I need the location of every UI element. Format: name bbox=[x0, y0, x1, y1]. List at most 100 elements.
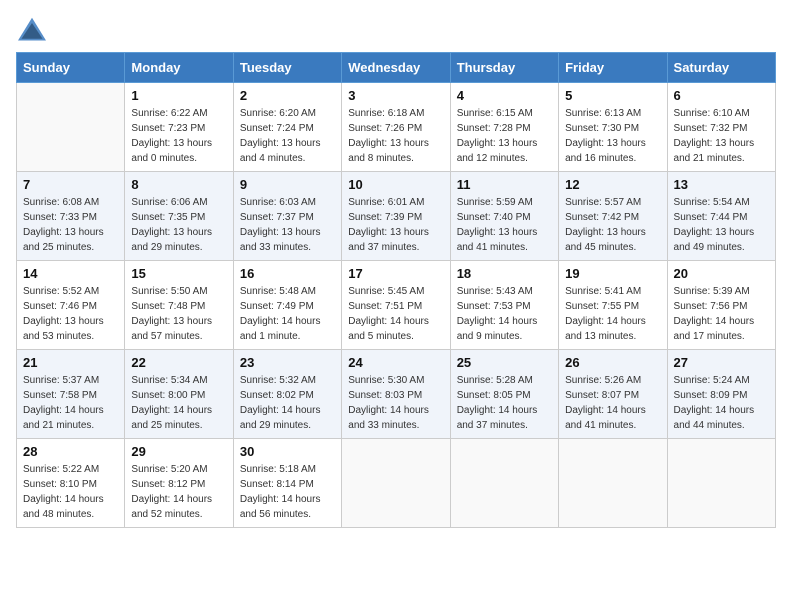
calendar-cell: 23Sunrise: 5:32 AMSunset: 8:02 PMDayligh… bbox=[233, 350, 341, 439]
day-number: 20 bbox=[674, 266, 769, 281]
calendar-cell: 18 Sunrise: 5:43 AMSunset: 7:53 PMDayligh… bbox=[450, 261, 558, 350]
calendar-cell: 17 Sunrise: 5:45 AMSunset: 7:51 PMDayligh… bbox=[342, 261, 450, 350]
calendar-week-row: 21 Sunrise: 5:37 AMSunset: 7:58 PMDayligh… bbox=[17, 350, 776, 439]
day-number: 19 bbox=[565, 266, 660, 281]
day-info: Sunrise: 6:18 AMSunset: 7:26 PMDaylight:… bbox=[348, 106, 443, 166]
day-number: 4 bbox=[457, 88, 552, 103]
calendar-cell: 28 Sunrise: 5:22 AMSunset: 8:10 PMDayligh… bbox=[17, 439, 125, 528]
calendar-cell bbox=[667, 439, 775, 528]
day-number: 24 bbox=[348, 355, 443, 370]
day-info: Sunrise: 5:39 AMSunset: 7:56 PMDaylight:… bbox=[674, 284, 769, 344]
day-number: 1 bbox=[131, 88, 226, 103]
calendar-week-row: 7 Sunrise: 6:08 AMSunset: 7:33 PMDaylight… bbox=[17, 172, 776, 261]
day-info: Sunrise: 5:37 AMSunset: 7:58 PMDaylight:… bbox=[23, 373, 118, 433]
day-number: 14 bbox=[23, 266, 118, 281]
day-info: Sunrise: 6:03 AMSunset: 7:37 PMDaylight:… bbox=[240, 195, 335, 255]
calendar-cell: 7 Sunrise: 6:08 AMSunset: 7:33 PMDaylight… bbox=[17, 172, 125, 261]
day-info: Sunrise: 5:52 AMSunset: 7:46 PMDaylight:… bbox=[23, 284, 118, 344]
day-number: 18 bbox=[457, 266, 552, 281]
day-number: 6 bbox=[674, 88, 769, 103]
day-info: Sunrise: 6:10 AMSunset: 7:32 PMDaylight:… bbox=[674, 106, 769, 166]
calendar-cell: 5 Sunrise: 6:13 AMSunset: 7:30 PMDaylight… bbox=[559, 83, 667, 172]
calendar-cell bbox=[17, 83, 125, 172]
day-number: 29 bbox=[131, 444, 226, 459]
day-number: 26 bbox=[565, 355, 660, 370]
day-number: 28 bbox=[23, 444, 118, 459]
day-number: 8 bbox=[131, 177, 226, 192]
day-number: 23 bbox=[240, 355, 335, 370]
page-header bbox=[16, 16, 776, 44]
header-wednesday: Wednesday bbox=[342, 53, 450, 83]
day-number: 2 bbox=[240, 88, 335, 103]
day-info: Sunrise: 5:30 AMSunset: 8:03 PMDaylight:… bbox=[348, 373, 443, 433]
logo-icon bbox=[16, 16, 48, 44]
calendar-cell: 19 Sunrise: 5:41 AMSunset: 7:55 PMDayligh… bbox=[559, 261, 667, 350]
calendar-week-row: 1 Sunrise: 6:22 AMSunset: 7:23 PMDaylight… bbox=[17, 83, 776, 172]
calendar-cell: 27 Sunrise: 5:24 AMSunset: 8:09 PMDayligh… bbox=[667, 350, 775, 439]
day-info: Sunrise: 5:41 AMSunset: 7:55 PMDaylight:… bbox=[565, 284, 660, 344]
day-info: Sunrise: 5:57 AMSunset: 7:42 PMDaylight:… bbox=[565, 195, 660, 255]
calendar-cell: 11 Sunrise: 5:59 AMSunset: 7:40 PMDayligh… bbox=[450, 172, 558, 261]
day-number: 13 bbox=[674, 177, 769, 192]
day-info: Sunrise: 6:08 AMSunset: 7:33 PMDaylight:… bbox=[23, 195, 118, 255]
day-number: 10 bbox=[348, 177, 443, 192]
header-sunday: Sunday bbox=[17, 53, 125, 83]
calendar-cell: 26 Sunrise: 5:26 AMSunset: 8:07 PMDayligh… bbox=[559, 350, 667, 439]
calendar-cell bbox=[342, 439, 450, 528]
calendar-cell: 21 Sunrise: 5:37 AMSunset: 7:58 PMDayligh… bbox=[17, 350, 125, 439]
calendar-cell bbox=[450, 439, 558, 528]
calendar-cell: 25 Sunrise: 5:28 AMSunset: 8:05 PMDayligh… bbox=[450, 350, 558, 439]
calendar-cell: 20 Sunrise: 5:39 AMSunset: 7:56 PMDayligh… bbox=[667, 261, 775, 350]
day-info: Sunrise: 5:59 AMSunset: 7:40 PMDaylight:… bbox=[457, 195, 552, 255]
day-info: Sunrise: 6:22 AMSunset: 7:23 PMDaylight:… bbox=[131, 106, 226, 166]
day-number: 16 bbox=[240, 266, 335, 281]
calendar-cell: 15 Sunrise: 5:50 AMSunset: 7:48 PMDayligh… bbox=[125, 261, 233, 350]
calendar-cell: 16 Sunrise: 5:48 AMSunset: 7:49 PMDayligh… bbox=[233, 261, 341, 350]
day-info: Sunrise: 5:20 AMSunset: 8:12 PMDaylight:… bbox=[131, 462, 226, 522]
calendar-cell: 30 Sunrise: 5:18 AMSunset: 8:14 PMDayligh… bbox=[233, 439, 341, 528]
day-info: Sunrise: 6:15 AMSunset: 7:28 PMDaylight:… bbox=[457, 106, 552, 166]
calendar-cell: 10Sunrise: 6:01 AMSunset: 7:39 PMDayligh… bbox=[342, 172, 450, 261]
day-info: Sunrise: 5:24 AMSunset: 8:09 PMDaylight:… bbox=[674, 373, 769, 433]
calendar-cell: 3 Sunrise: 6:18 AMSunset: 7:26 PMDaylight… bbox=[342, 83, 450, 172]
day-info: Sunrise: 5:54 AMSunset: 7:44 PMDaylight:… bbox=[674, 195, 769, 255]
day-number: 3 bbox=[348, 88, 443, 103]
day-info: Sunrise: 5:34 AMSunset: 8:00 PMDaylight:… bbox=[131, 373, 226, 433]
header-saturday: Saturday bbox=[667, 53, 775, 83]
day-number: 21 bbox=[23, 355, 118, 370]
day-number: 27 bbox=[674, 355, 769, 370]
day-info: Sunrise: 5:28 AMSunset: 8:05 PMDaylight:… bbox=[457, 373, 552, 433]
day-info: Sunrise: 6:13 AMSunset: 7:30 PMDaylight:… bbox=[565, 106, 660, 166]
calendar-table: SundayMondayTuesdayWednesdayThursdayFrid… bbox=[16, 52, 776, 528]
day-number: 11 bbox=[457, 177, 552, 192]
calendar-cell: 22 Sunrise: 5:34 AMSunset: 8:00 PMDayligh… bbox=[125, 350, 233, 439]
calendar-cell: 2Sunrise: 6:20 AMSunset: 7:24 PMDaylight… bbox=[233, 83, 341, 172]
day-info: Sunrise: 6:06 AMSunset: 7:35 PMDaylight:… bbox=[131, 195, 226, 255]
day-number: 25 bbox=[457, 355, 552, 370]
day-number: 30 bbox=[240, 444, 335, 459]
header-thursday: Thursday bbox=[450, 53, 558, 83]
calendar-cell bbox=[559, 439, 667, 528]
calendar-week-row: 14 Sunrise: 5:52 AMSunset: 7:46 PMDayligh… bbox=[17, 261, 776, 350]
logo bbox=[16, 16, 52, 44]
day-info: Sunrise: 5:22 AMSunset: 8:10 PMDaylight:… bbox=[23, 462, 118, 522]
calendar-cell: 8 Sunrise: 6:06 AMSunset: 7:35 PMDaylight… bbox=[125, 172, 233, 261]
day-info: Sunrise: 5:43 AMSunset: 7:53 PMDaylight:… bbox=[457, 284, 552, 344]
day-number: 12 bbox=[565, 177, 660, 192]
day-info: Sunrise: 5:45 AMSunset: 7:51 PMDaylight:… bbox=[348, 284, 443, 344]
day-number: 15 bbox=[131, 266, 226, 281]
day-info: Sunrise: 5:48 AMSunset: 7:49 PMDaylight:… bbox=[240, 284, 335, 344]
day-number: 7 bbox=[23, 177, 118, 192]
header-friday: Friday bbox=[559, 53, 667, 83]
day-number: 22 bbox=[131, 355, 226, 370]
calendar-cell: 6 Sunrise: 6:10 AMSunset: 7:32 PMDaylight… bbox=[667, 83, 775, 172]
calendar-cell: 13 Sunrise: 5:54 AMSunset: 7:44 PMDayligh… bbox=[667, 172, 775, 261]
calendar-header-row: SundayMondayTuesdayWednesdayThursdayFrid… bbox=[17, 53, 776, 83]
calendar-cell: 24 Sunrise: 5:30 AMSunset: 8:03 PMDayligh… bbox=[342, 350, 450, 439]
day-info: Sunrise: 5:50 AMSunset: 7:48 PMDaylight:… bbox=[131, 284, 226, 344]
day-number: 17 bbox=[348, 266, 443, 281]
day-number: 5 bbox=[565, 88, 660, 103]
day-info: Sunrise: 5:18 AMSunset: 8:14 PMDaylight:… bbox=[240, 462, 335, 522]
day-info: Sunrise: 5:26 AMSunset: 8:07 PMDaylight:… bbox=[565, 373, 660, 433]
calendar-cell: 9Sunrise: 6:03 AMSunset: 7:37 PMDaylight… bbox=[233, 172, 341, 261]
